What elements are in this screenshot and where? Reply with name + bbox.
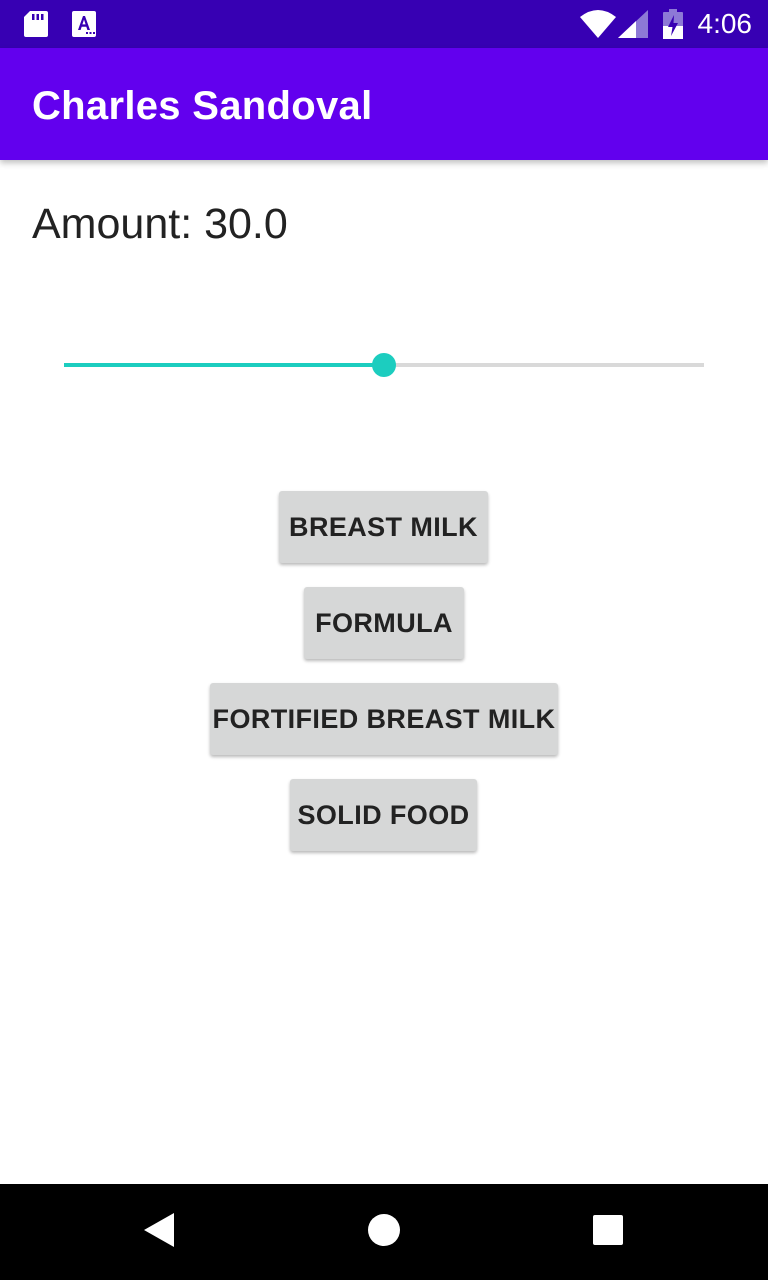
signal-icon <box>618 10 648 43</box>
battery-charging-icon <box>663 9 683 44</box>
back-icon <box>144 1212 176 1252</box>
screen: 4:06 Charles Sandoval Amount: 30.0 BREAS… <box>0 0 768 1280</box>
slider-thumb[interactable] <box>372 353 396 377</box>
recents-icon <box>593 1214 623 1250</box>
amount-label: Amount: 30.0 <box>32 200 288 248</box>
fortified-breast-milk-button[interactable]: FORTIFIED BREAST MILK <box>210 683 558 755</box>
back-button[interactable] <box>112 1184 208 1280</box>
home-icon <box>367 1213 401 1252</box>
solid-food-button[interactable]: SOLID FOOD <box>290 779 477 851</box>
home-button[interactable] <box>336 1184 432 1280</box>
recents-button[interactable] <box>560 1184 656 1280</box>
status-bar: 4:06 <box>0 0 768 48</box>
formula-button[interactable]: FORMULA <box>304 587 464 659</box>
sd-card-icon <box>24 11 48 42</box>
breast-milk-button[interactable]: BREAST MILK <box>279 491 488 563</box>
app-title: Charles Sandoval <box>32 84 373 128</box>
amount-slider[interactable] <box>64 344 704 386</box>
app-bar: Charles Sandoval <box>0 48 768 160</box>
wifi-icon <box>580 10 616 43</box>
slider-fill <box>64 363 384 367</box>
status-time: 4:06 <box>697 8 753 39</box>
navigation-bar <box>0 1184 768 1280</box>
font-a-icon <box>72 11 96 42</box>
